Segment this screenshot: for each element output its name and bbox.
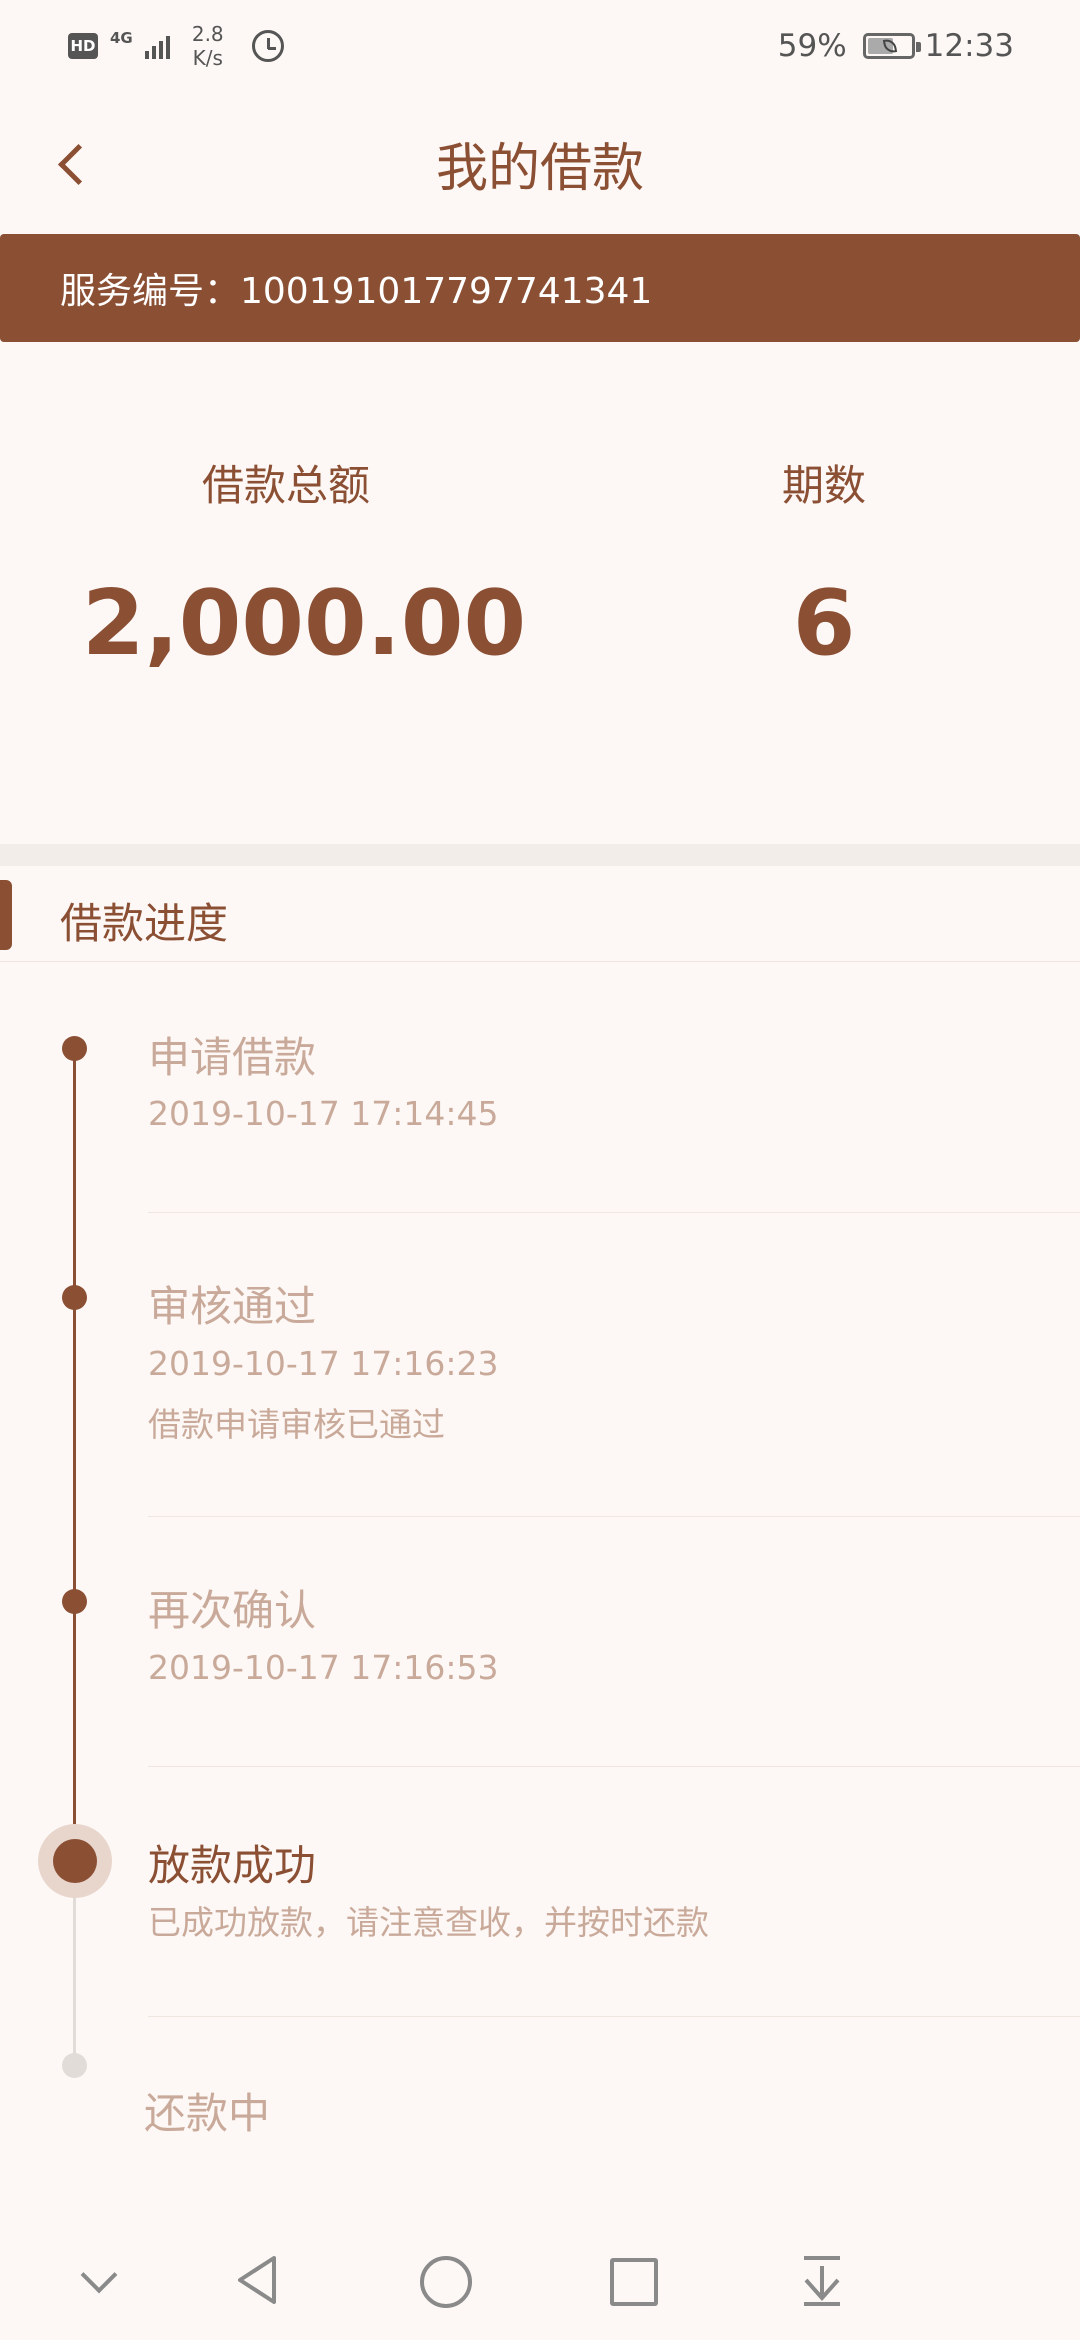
progress-timeline: 申请借款 2019-10-17 17:14:45 审核通过 2019-10-17…: [0, 962, 1080, 2192]
step-time: 2019-10-17 17:16:23: [148, 1344, 499, 1383]
step-time: 2019-10-17 17:14:45: [148, 1094, 499, 1133]
step-time: 2019-10-17 17:16:53: [148, 1648, 499, 1687]
step-dot-icon: [62, 1589, 87, 1614]
alarm-icon: [251, 30, 284, 62]
timeline-line-completed: [73, 1048, 76, 1941]
step-title: 放款成功: [148, 1841, 317, 1890]
step-separator: [148, 1766, 1080, 1767]
section-divider: [0, 844, 1080, 866]
status-right: 59% 12:33: [778, 20, 1014, 72]
speed-value: 2.8: [191, 22, 224, 46]
total-amount-value: 2,000.00: [82, 571, 527, 676]
current-step-dot-icon: [38, 1824, 112, 1898]
network-type: 4G: [110, 28, 133, 47]
step-dot-icon: [62, 1036, 87, 1061]
section-accent-bar: [0, 880, 12, 950]
periods-label: 期数: [781, 461, 866, 510]
triangle-back-icon[interactable]: [228, 2250, 288, 2310]
system-nav-bar: [0, 2220, 1080, 2340]
periods-value: 6: [792, 571, 856, 676]
speed-unit: K/s: [192, 46, 223, 70]
status-bar: HD 4G 2.8 K/s 59% 12:33: [0, 0, 1080, 92]
total-amount-label: 借款总额: [201, 461, 370, 510]
download-arrow-icon[interactable]: [792, 2250, 852, 2310]
loan-summary: 借款总额 2,000.00 期数 6: [0, 342, 1080, 844]
step-title: 申请借款: [148, 1033, 317, 1082]
page-title: 我的借款: [435, 139, 644, 199]
nav-bar: 我的借款: [0, 92, 1080, 232]
step-note: 借款申请审核已通过: [148, 1405, 445, 1444]
step-separator: [148, 1212, 1080, 1213]
total-amount-block: 借款总额 2,000.00: [82, 452, 527, 676]
step-title: 再次确认: [148, 1586, 317, 1635]
periods-block: 期数 6: [700, 452, 948, 669]
step-note: 已成功放款，请注意查收，并按时还款: [148, 1903, 709, 1942]
square-recent-icon[interactable]: [602, 2250, 662, 2310]
signal-icon: [144, 33, 170, 59]
battery-percent: 59%: [777, 28, 847, 64]
clock: 12:33: [924, 28, 1014, 64]
service-number-banner: 服务编号：100191017797741341: [0, 234, 1080, 342]
circle-home-icon[interactable]: [414, 2250, 474, 2310]
step-title: 审核通过: [148, 1282, 317, 1331]
progress-header: 借款进度: [0, 866, 1080, 962]
battery-icon: [862, 33, 921, 59]
chevron-down-icon[interactable]: [72, 2250, 132, 2310]
hd-icon: HD: [68, 33, 98, 59]
step-separator: [148, 1516, 1080, 1517]
status-left: HD 4G 2.8 K/s: [68, 20, 284, 72]
progress-title: 借款进度: [60, 899, 229, 948]
network-speed: 2.8 K/s: [188, 22, 228, 70]
step-title: 还款中: [144, 2089, 271, 2138]
pending-step-dot-icon: [62, 2053, 87, 2078]
service-number: 服务编号：100191017797741341: [60, 271, 653, 312]
step-dot-icon: [62, 1285, 87, 1310]
step-separator: [148, 2016, 1080, 2017]
